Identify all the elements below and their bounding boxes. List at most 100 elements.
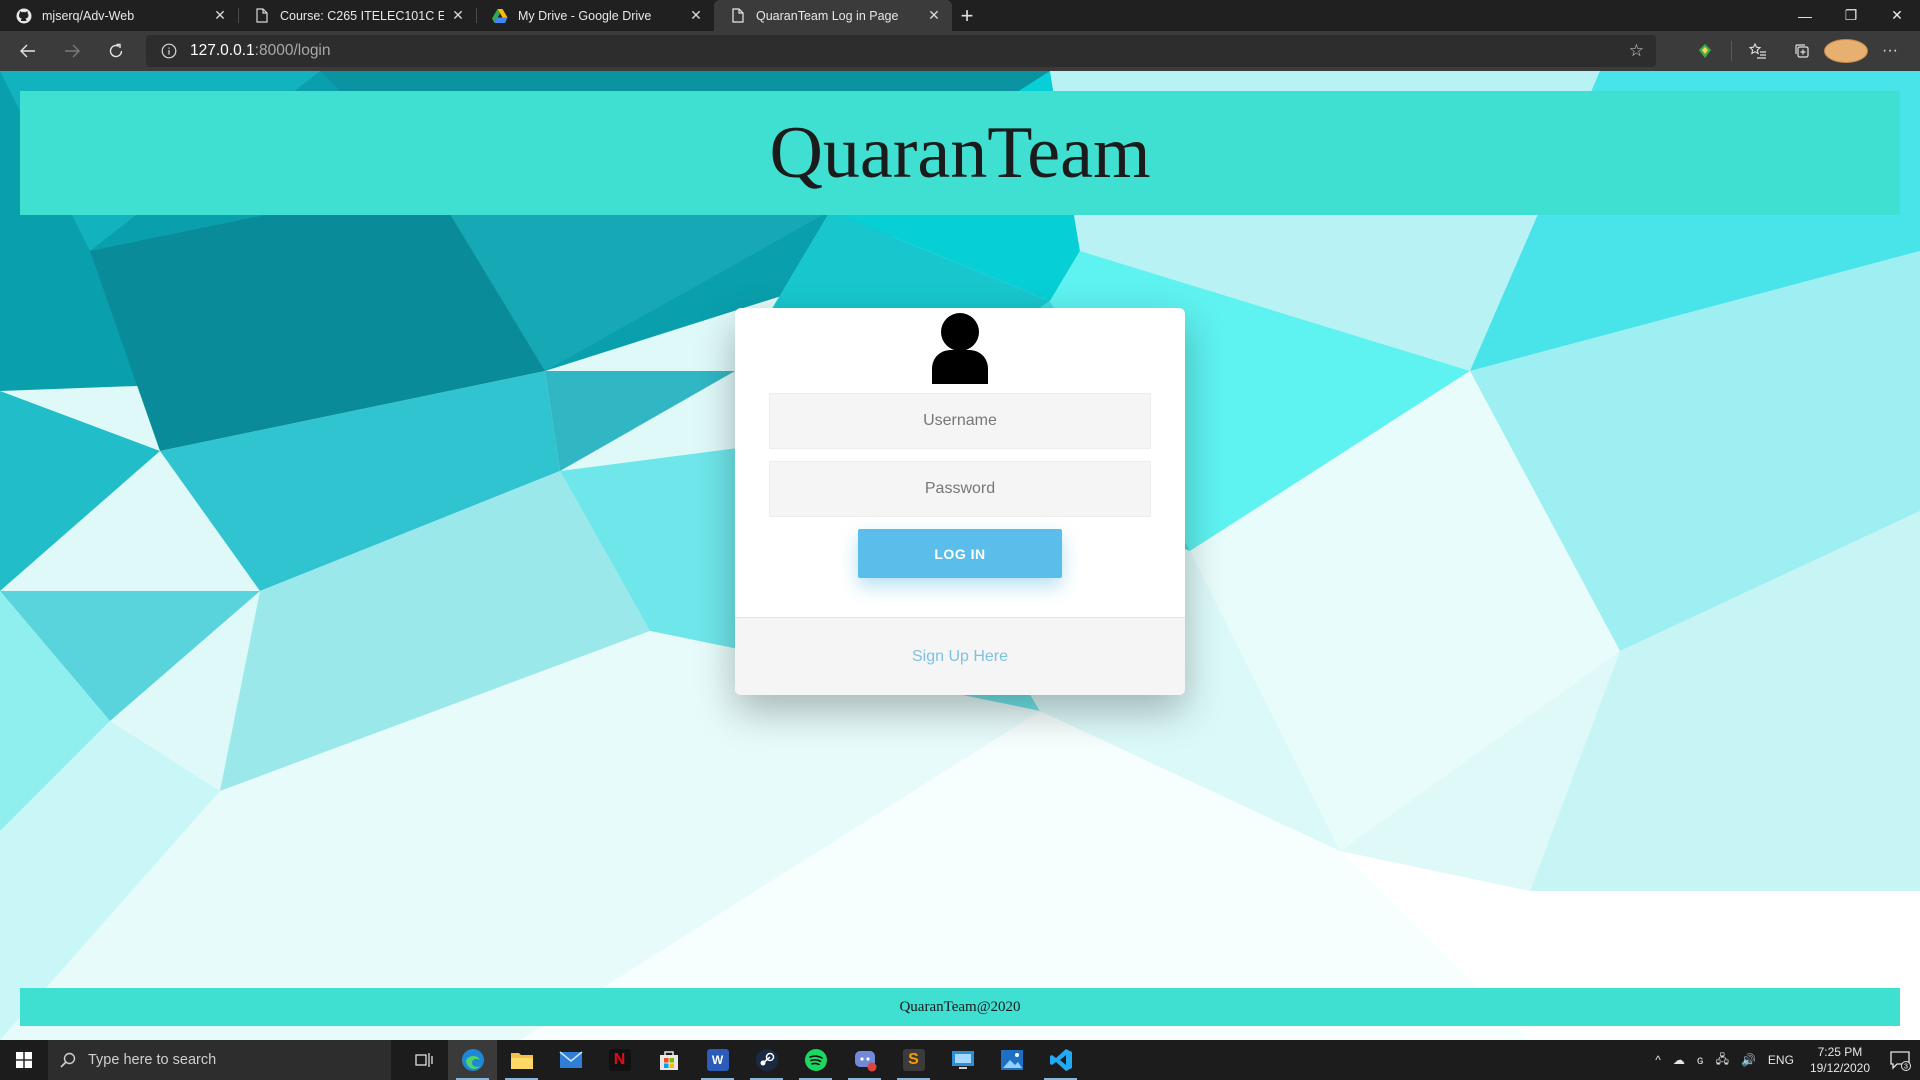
taskbar-remote-desktop[interactable] [938, 1040, 987, 1080]
windows-logo-icon [16, 1052, 32, 1068]
close-icon[interactable]: ✕ [212, 7, 228, 24]
login-card: LOG IN Sign Up Here [735, 308, 1185, 695]
browser-extension-icons: ··· [1683, 31, 1912, 71]
tab-title: Course: C265 ITELEC101C ELECTI [280, 8, 444, 23]
more-options-icon[interactable]: ··· [1868, 42, 1912, 60]
clock-time: 7:25 PM [1817, 1045, 1863, 1059]
language-indicator[interactable]: ENG [1762, 1053, 1800, 1067]
tab-title: QuaranTeam Log in Page [756, 8, 899, 23]
browser-toolbar: 127.0.0.1:8000/login ☆ ··· [0, 31, 1920, 71]
close-window-icon[interactable]: ✕ [1874, 0, 1920, 31]
store-icon [659, 1051, 678, 1070]
word-icon: W [706, 1049, 729, 1071]
start-button[interactable] [0, 1040, 48, 1080]
chevron-up-icon[interactable]: ^ [1649, 1053, 1667, 1067]
taskbar-netflix[interactable]: N [595, 1040, 644, 1080]
toolbar-divider [1731, 41, 1732, 61]
remote-desktop-icon [951, 1051, 974, 1069]
network-icon[interactable]: 🖧 [1710, 1050, 1735, 1071]
page-icon [730, 8, 746, 24]
user-icon [932, 313, 988, 384]
sublime-text-icon: S [902, 1049, 925, 1071]
taskbar-steam[interactable] [742, 1040, 791, 1080]
login-button[interactable]: LOG IN [858, 529, 1062, 578]
refresh-button[interactable] [94, 31, 138, 71]
taskbar-store[interactable] [644, 1040, 693, 1080]
close-icon[interactable]: ✕ [926, 7, 942, 24]
site-title: QuaranTeam [769, 111, 1151, 194]
extension-icon[interactable] [1683, 43, 1727, 59]
refresh-icon [109, 43, 123, 58]
window-controls: — ❐ ✕ [1782, 0, 1920, 31]
volume-icon[interactable]: 🔊 [1735, 1053, 1762, 1067]
site-header: QuaranTeam [20, 91, 1900, 215]
close-icon[interactable]: ✕ [688, 7, 704, 24]
url-path: :8000/login [254, 42, 331, 59]
clock[interactable]: 7:25 PM 19/12/2020 [1800, 1044, 1880, 1076]
page-viewport: QuaranTeam LOG IN Sign Up Here QuaranTea… [0, 71, 1920, 1040]
netflix-icon: N [608, 1049, 631, 1071]
taskbar-word[interactable]: W [693, 1040, 742, 1080]
tab-title: mjserq/Adv-Web [42, 8, 135, 23]
onedrive-icon[interactable]: ☁ [1667, 1053, 1691, 1067]
collections-icon[interactable] [1780, 43, 1824, 59]
tab-title: My Drive - Google Drive [518, 8, 652, 23]
url-host: 127.0.0.1 [190, 42, 255, 59]
forward-button[interactable] [50, 31, 94, 71]
notification-icon: 3 [1890, 1051, 1911, 1071]
clock-date: 19/12/2020 [1809, 1061, 1870, 1075]
notification-count: 3 [1904, 1064, 1908, 1071]
tab-course[interactable]: Course: C265 ITELEC101C ELECTI ✕ [238, 0, 476, 31]
mail-icon [559, 1051, 582, 1068]
notification-center-button[interactable]: 3 [1880, 1040, 1920, 1080]
folder-icon [510, 1053, 533, 1069]
tab-quaranteam-login[interactable]: QuaranTeam Log in Page ✕ [714, 0, 952, 31]
arrow-left-icon [20, 44, 35, 58]
browser-tab-strip: mjserq/Adv-Web ✕ Course: C265 ITELEC101C… [0, 0, 1920, 31]
profile-avatar[interactable] [1824, 39, 1868, 63]
username-input[interactable] [769, 393, 1151, 449]
search-placeholder: Type here to search [88, 1052, 217, 1068]
address-bar[interactable]: 127.0.0.1:8000/login ☆ [146, 35, 1656, 67]
favorites-icon[interactable] [1736, 43, 1780, 59]
spotify-icon [804, 1049, 827, 1071]
steam-icon [755, 1049, 778, 1071]
discord-icon [854, 1051, 876, 1072]
signup-link[interactable]: Sign Up Here [912, 648, 1008, 666]
github-icon [16, 8, 32, 24]
windows-taskbar: Type here to search N W S ^ ☁ ɢ 🖧 🔊 ENG … [0, 1040, 1920, 1080]
taskbar-photos[interactable] [987, 1040, 1036, 1080]
tab-github[interactable]: mjserq/Adv-Web ✕ [0, 0, 238, 31]
close-icon[interactable]: ✕ [450, 7, 466, 24]
page-icon [254, 8, 270, 24]
taskbar-discord[interactable] [840, 1040, 889, 1080]
google-drive-icon [492, 8, 508, 24]
info-icon[interactable] [158, 40, 180, 62]
password-input[interactable] [769, 461, 1151, 517]
signup-section: Sign Up Here [735, 617, 1185, 695]
minimize-icon[interactable]: — [1782, 0, 1828, 31]
taskbar-file-explorer[interactable] [497, 1040, 546, 1080]
vscode-icon [1049, 1049, 1072, 1071]
maximize-icon[interactable]: ❐ [1828, 0, 1874, 31]
task-view-icon [414, 1053, 433, 1067]
taskbar-edge[interactable] [448, 1040, 497, 1080]
taskbar-search[interactable]: Type here to search [48, 1040, 391, 1080]
system-tray: ^ ☁ ɢ 🖧 🔊 ENG 7:25 PM 19/12/2020 3 [1649, 1040, 1920, 1080]
task-view-button[interactable] [399, 1040, 448, 1080]
taskbar-apps: N W S [399, 1040, 1085, 1080]
taskbar-sublime-text[interactable]: S [889, 1040, 938, 1080]
arrow-right-icon [65, 44, 80, 58]
tab-google-drive[interactable]: My Drive - Google Drive ✕ [476, 0, 714, 31]
app-tray-icon[interactable]: ɢ [1691, 1053, 1710, 1067]
new-tab-button[interactable]: + [952, 0, 982, 31]
favorite-star-icon[interactable]: ☆ [1629, 41, 1644, 61]
photos-icon [1000, 1050, 1023, 1070]
taskbar-vscode[interactable] [1036, 1040, 1085, 1080]
edge-icon [461, 1049, 484, 1071]
site-footer: QuaranTeam@2020 [20, 988, 1900, 1026]
search-icon [60, 1052, 76, 1068]
taskbar-spotify[interactable] [791, 1040, 840, 1080]
taskbar-mail[interactable] [546, 1040, 595, 1080]
back-button[interactable] [6, 31, 50, 71]
